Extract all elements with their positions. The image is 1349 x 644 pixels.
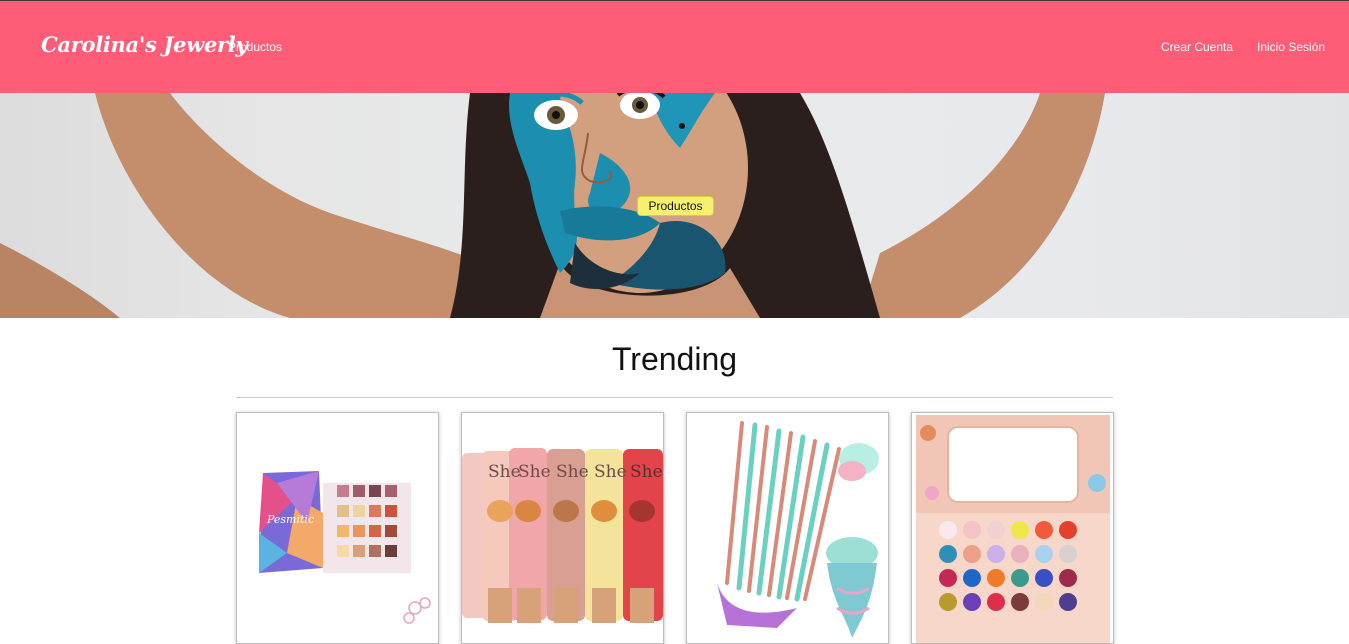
- nav-link-productos[interactable]: Productos: [228, 40, 282, 54]
- svg-text:She: She: [594, 462, 627, 482]
- svg-text:She: She: [556, 462, 589, 482]
- svg-text:She: She: [518, 462, 551, 482]
- product-image-lip-gloss: She She She She She: [462, 448, 663, 623]
- hero-banner: Productos: [0, 93, 1349, 318]
- product-image-brush-set: [717, 421, 879, 638]
- svg-text:She: She: [630, 462, 663, 482]
- svg-text:Pesmitic: Pesmitic: [266, 513, 314, 526]
- trending-title: Trending: [611, 341, 738, 377]
- section-divider: [236, 397, 1113, 398]
- product-card-1[interactable]: Pesmitic: [236, 412, 439, 644]
- product-card-2[interactable]: She She She She She: [461, 412, 664, 644]
- svg-text:She: She: [488, 462, 521, 482]
- hero-productos-button[interactable]: Productos: [637, 196, 714, 216]
- product-image-glitter-palette: [916, 415, 1110, 643]
- nav-link-inicio-sesion[interactable]: Inicio Sesión: [1257, 40, 1325, 54]
- brand-logo[interactable]: Carolina's Jewerly: [41, 32, 248, 57]
- product-image-palette: Pesmitic: [259, 471, 431, 624]
- product-card-4[interactable]: [911, 412, 1114, 644]
- nav-link-crear-cuenta[interactable]: Crear Cuenta: [1161, 40, 1233, 54]
- navbar: Carolina's Jewerly Productos Crear Cuent…: [0, 1, 1349, 93]
- product-card-3[interactable]: [686, 412, 889, 644]
